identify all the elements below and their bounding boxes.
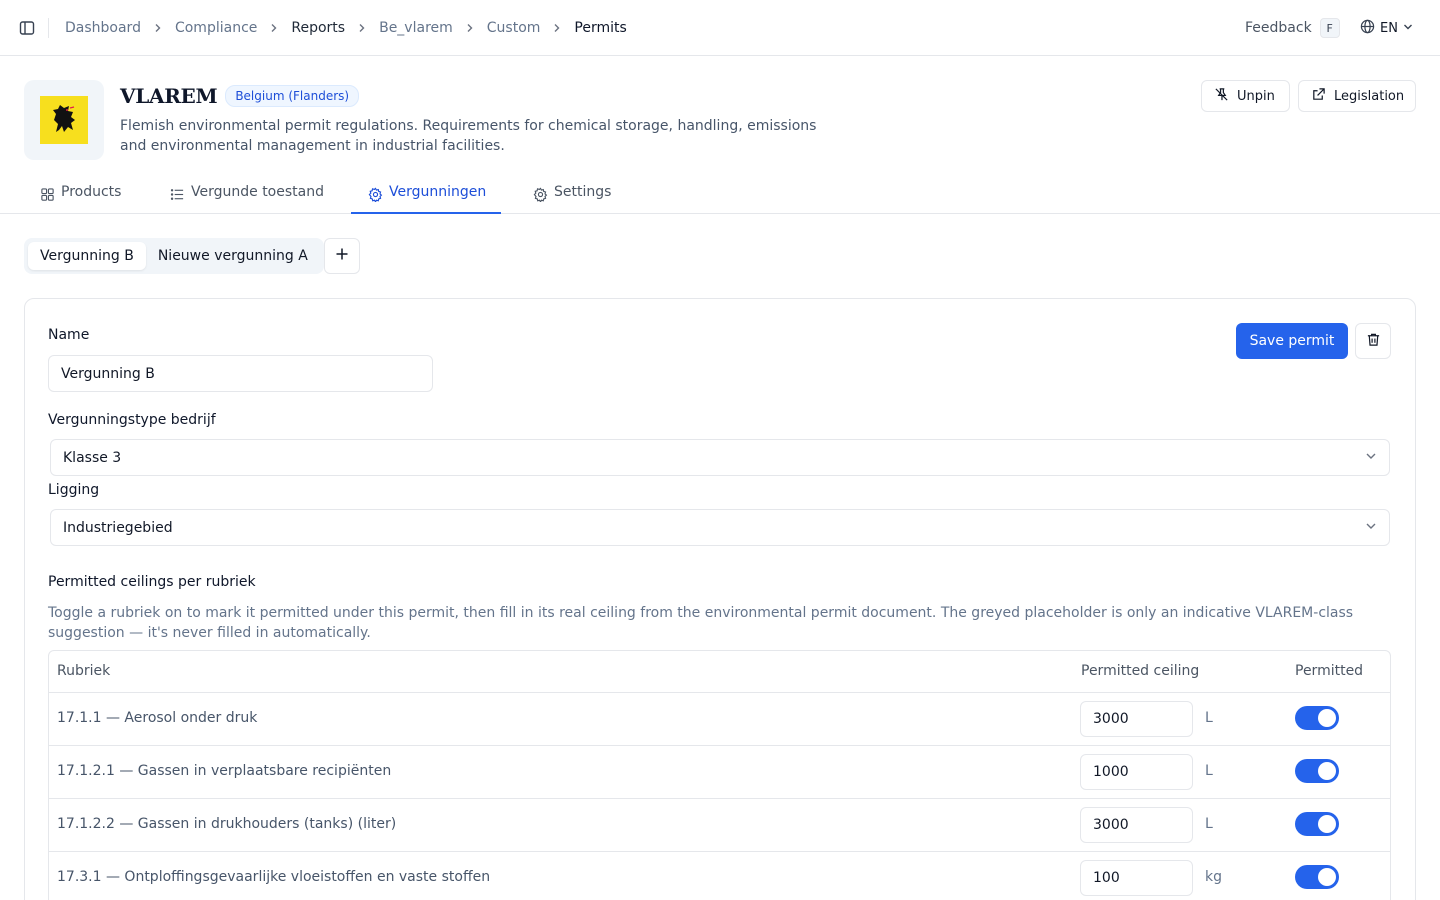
permit-type-select[interactable]: Klasse 3 bbox=[50, 439, 1390, 476]
breadcrumb-permits: Permits bbox=[574, 20, 627, 36]
ceilings-title: Permitted ceilings per rubriek bbox=[48, 574, 256, 590]
toggle-knob bbox=[1318, 815, 1336, 833]
permit-tabs: Vergunning B Nieuwe vergunning A bbox=[24, 238, 324, 274]
ceilings-table: Rubriek Permitted ceiling Permitted 17.1… bbox=[48, 650, 1391, 900]
divider bbox=[48, 18, 49, 38]
location-label: Ligging bbox=[48, 482, 100, 498]
rubriek-name: 17.1.2.2 — Gassen in drukhouders (tanks)… bbox=[57, 816, 397, 832]
breadcrumb-compliance[interactable]: Compliance bbox=[175, 20, 257, 36]
legislation-button[interactable]: Legislation bbox=[1298, 80, 1416, 112]
tab-label: Products bbox=[61, 184, 122, 200]
ceiling-input[interactable]: 3000 bbox=[1080, 807, 1193, 843]
language-label: EN bbox=[1380, 20, 1398, 36]
chevron-right-icon bbox=[453, 23, 487, 33]
ceiling-unit: L bbox=[1205, 816, 1213, 832]
tab-label: Vergunde toestand bbox=[191, 184, 324, 200]
ceiling-unit: L bbox=[1205, 763, 1213, 779]
ceiling-input[interactable]: 100 bbox=[1080, 860, 1193, 896]
unpin-label: Unpin bbox=[1237, 88, 1275, 104]
ceiling-input[interactable]: 3000 bbox=[1080, 701, 1193, 737]
table-row: 17.1.1 — Aerosol onder druk 3000 L bbox=[49, 693, 1390, 746]
grid-icon bbox=[40, 187, 55, 206]
rubriek-name: 17.3.1 — Ontploffingsgevaarlijke vloeist… bbox=[57, 869, 491, 885]
list-icon bbox=[170, 187, 185, 206]
pin-off-icon bbox=[1214, 87, 1229, 106]
breadcrumb-custom[interactable]: Custom bbox=[487, 20, 541, 36]
chevron-right-icon bbox=[141, 23, 175, 33]
breadcrumb-dashboard[interactable]: Dashboard bbox=[65, 20, 141, 36]
permitted-toggle[interactable] bbox=[1295, 812, 1339, 836]
name-input[interactable]: Vergunning B bbox=[48, 355, 433, 392]
column-permitted-ceiling: Permitted ceiling bbox=[1081, 663, 1200, 679]
permitted-toggle[interactable] bbox=[1295, 759, 1339, 783]
legislation-label: Legislation bbox=[1334, 88, 1405, 104]
rubriek-name: 17.1.1 — Aerosol onder druk bbox=[57, 710, 258, 726]
delete-permit-button[interactable] bbox=[1355, 323, 1391, 359]
unpin-button[interactable]: Unpin bbox=[1201, 80, 1290, 112]
table-row: 17.3.1 — Ontploffingsgevaarlijke vloeist… bbox=[49, 852, 1390, 900]
ceiling-unit: L bbox=[1205, 710, 1213, 726]
plus-icon bbox=[335, 247, 349, 265]
page-title: VLAREM bbox=[120, 84, 218, 108]
top-bar: Dashboard Compliance Reports Be_vlarem C… bbox=[0, 0, 1440, 56]
toggle-knob bbox=[1318, 762, 1336, 780]
breadcrumb-be-vlarem[interactable]: Be_vlarem bbox=[379, 20, 453, 36]
gear-icon bbox=[533, 187, 548, 206]
main-tabs: Products Vergunde toestand Vergunningen … bbox=[0, 176, 1440, 214]
add-permit-button[interactable] bbox=[324, 238, 360, 274]
feedback-label: Feedback bbox=[1245, 20, 1312, 36]
chevron-right-icon bbox=[345, 23, 379, 33]
chevron-down-icon bbox=[1365, 520, 1377, 536]
toggle-knob bbox=[1318, 868, 1336, 886]
feedback-button[interactable]: Feedback F bbox=[1245, 0, 1340, 56]
location-value: Industriegebied bbox=[63, 519, 173, 536]
breadcrumb-reports[interactable]: Reports bbox=[291, 20, 345, 36]
rubriek-name: 17.1.2.1 — Gassen in verplaatsbare recip… bbox=[57, 763, 392, 779]
tab-products[interactable]: Products bbox=[40, 176, 121, 214]
name-label: Name bbox=[48, 327, 90, 343]
permit-tab-nieuwe-vergunning-a[interactable]: Nieuwe vergunning A bbox=[146, 242, 320, 270]
chevron-down-icon bbox=[1403, 21, 1413, 36]
region-badge: Belgium (Flanders) bbox=[225, 85, 360, 107]
regulation-description: Flemish environmental permit regulations… bbox=[120, 118, 817, 154]
save-permit-button[interactable]: Save permit bbox=[1236, 323, 1348, 359]
ceilings-description: Toggle a rubriek on to mark it permitted… bbox=[48, 605, 1354, 641]
language-selector[interactable]: EN bbox=[1360, 0, 1413, 56]
breadcrumb: Dashboard Compliance Reports Be_vlarem C… bbox=[65, 0, 627, 56]
chevron-right-icon bbox=[257, 23, 291, 33]
column-permitted: Permitted bbox=[1295, 663, 1364, 679]
column-rubriek: Rubriek bbox=[57, 663, 111, 679]
permitted-toggle[interactable] bbox=[1295, 706, 1339, 730]
trash-icon bbox=[1366, 332, 1381, 351]
permitted-toggle[interactable] bbox=[1295, 865, 1339, 889]
toggle-knob bbox=[1318, 709, 1336, 727]
tab-vergunningen[interactable]: Vergunningen bbox=[351, 176, 501, 214]
external-link-icon bbox=[1311, 87, 1326, 106]
gear-icon bbox=[368, 187, 383, 206]
globe-icon bbox=[1360, 19, 1375, 38]
permit-type-value: Klasse 3 bbox=[63, 449, 122, 466]
chevron-right-icon bbox=[540, 23, 574, 33]
permit-tab-vergunning-b[interactable]: Vergunning B bbox=[28, 242, 146, 270]
title-row: VLAREM Belgium (Flanders) bbox=[120, 84, 360, 108]
location-select[interactable]: Industriegebied bbox=[50, 509, 1390, 546]
regulation-logo bbox=[24, 80, 104, 160]
tab-vergunde-toestand[interactable]: Vergunde toestand bbox=[170, 176, 324, 214]
permit-type-label: Vergunningstype bedrijf bbox=[48, 412, 216, 428]
tab-settings[interactable]: Settings bbox=[533, 176, 611, 214]
table-row: 17.1.2.2 — Gassen in drukhouders (tanks)… bbox=[49, 799, 1390, 852]
tab-label: Vergunningen bbox=[389, 184, 487, 200]
chevron-down-icon bbox=[1365, 450, 1377, 466]
tab-label: Settings bbox=[554, 184, 612, 200]
table-header: Rubriek Permitted ceiling Permitted bbox=[49, 651, 1390, 693]
flanders-lion-icon bbox=[40, 96, 88, 144]
ceiling-input[interactable]: 1000 bbox=[1080, 754, 1193, 790]
ceiling-unit: kg bbox=[1205, 869, 1222, 885]
table-row: 17.1.2.1 — Gassen in verplaatsbare recip… bbox=[49, 746, 1390, 799]
feedback-shortcut: F bbox=[1319, 18, 1340, 38]
sidebar-toggle-icon[interactable] bbox=[16, 17, 38, 39]
